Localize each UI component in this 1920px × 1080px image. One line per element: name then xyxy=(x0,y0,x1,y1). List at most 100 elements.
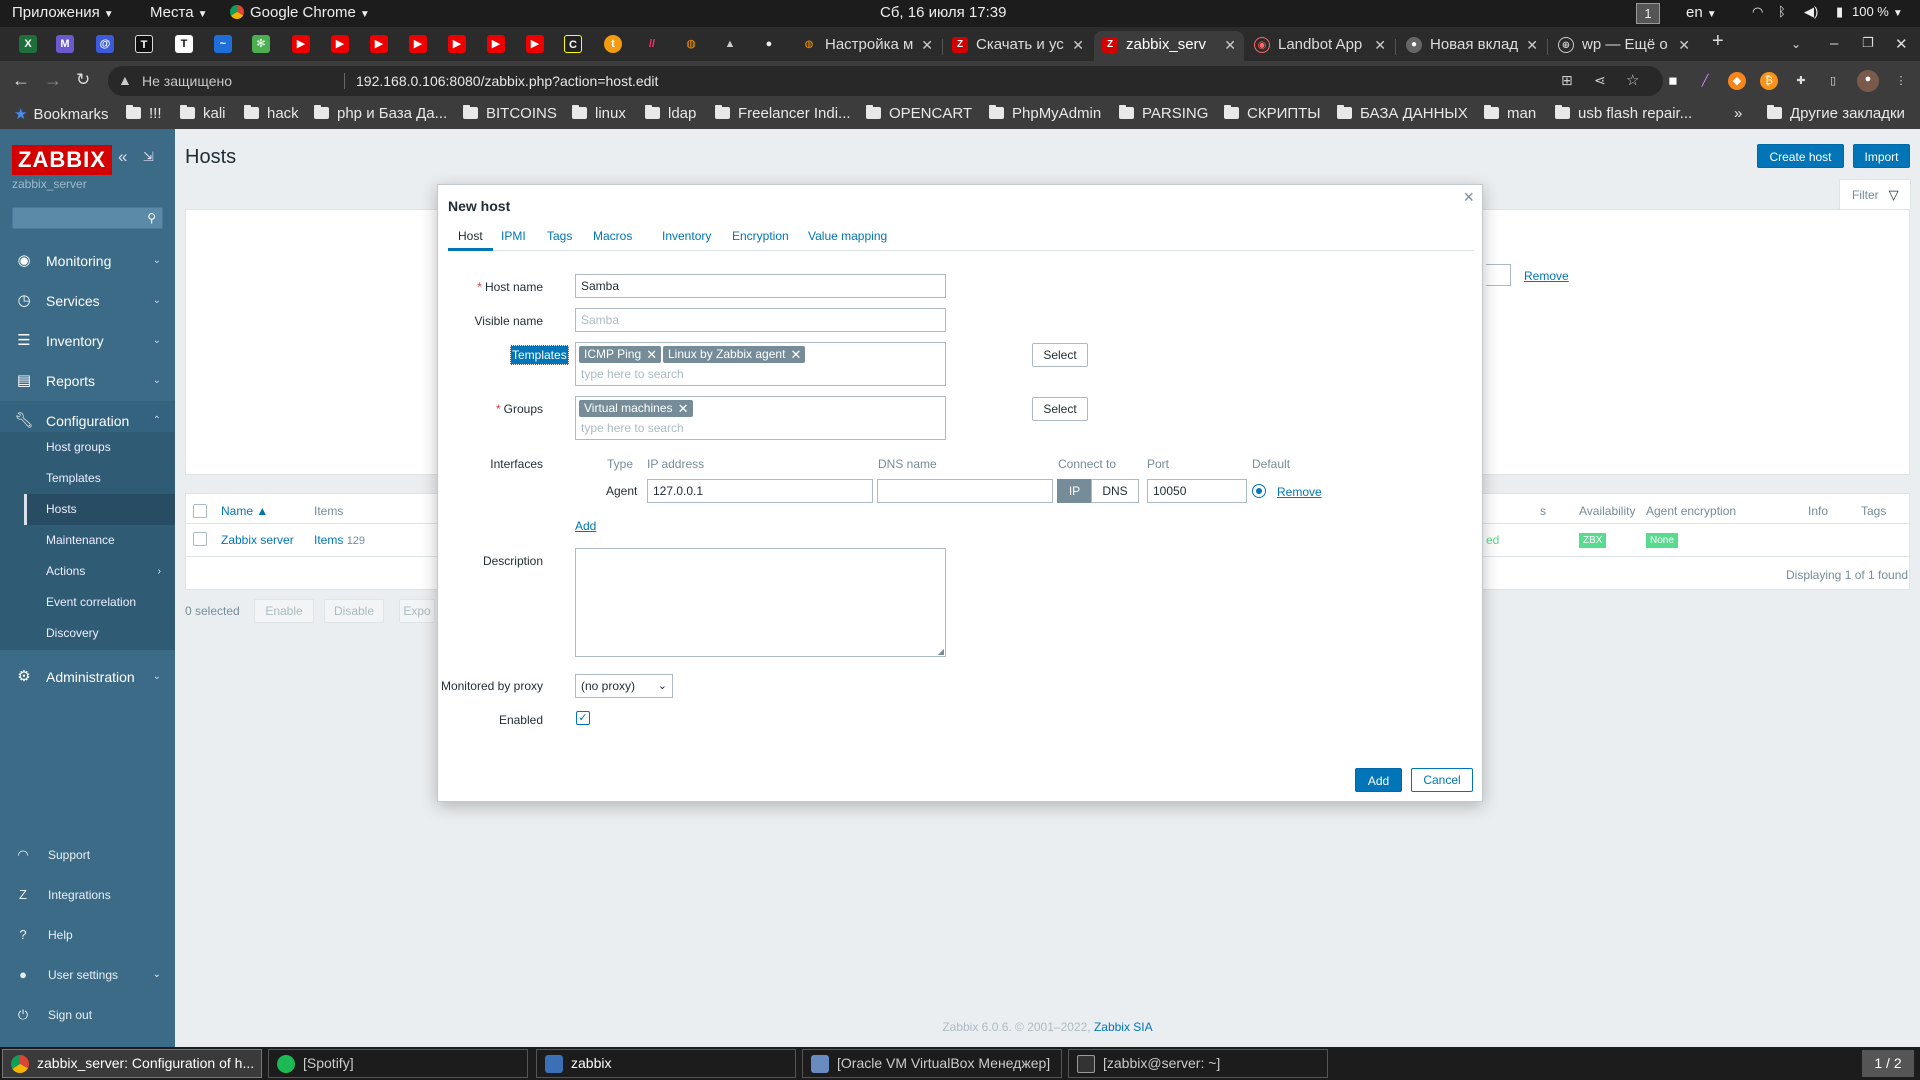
menu-sign-out[interactable]: ⏻ Sign out xyxy=(0,995,175,1035)
bookmark-folder[interactable]: kali xyxy=(180,105,226,122)
clock[interactable]: Сб, 16 июля 17:39 xyxy=(880,4,1007,21)
pinned-tab-icon[interactable]: T xyxy=(175,35,193,53)
youtube-icon[interactable]: ▶ xyxy=(370,35,388,53)
tab-inventory[interactable]: Inventory xyxy=(662,229,711,251)
ip-address-input[interactable]: 127.0.0.1 xyxy=(647,479,873,503)
tab-tags[interactable]: Tags xyxy=(547,229,572,251)
menu-help[interactable]: ? Help xyxy=(0,915,175,955)
menu-monitoring[interactable]: ◉ Monitoring ⌄ xyxy=(0,241,175,281)
tab-3[interactable]: ◉ Landbot App ✕ xyxy=(1246,31,1394,61)
create-host-button[interactable]: Create host xyxy=(1757,144,1844,168)
share-icon[interactable]: ⋖ xyxy=(1594,72,1606,89)
pinned-tab-icon[interactable]: ✻ xyxy=(252,35,270,53)
reload-icon[interactable]: ↻ xyxy=(76,70,90,90)
translate-icon[interactable]: ⊞ xyxy=(1561,72,1573,89)
pinned-tab-icon[interactable]: X xyxy=(19,35,37,53)
bookmark-folder[interactable]: linux xyxy=(572,105,626,122)
active-app-menu[interactable]: Google Chrome ▼ xyxy=(230,4,370,21)
workspace-indicator[interactable]: 1 xyxy=(1636,3,1660,24)
zabbix-logo[interactable]: ZABBIX xyxy=(12,145,112,175)
remove-chip-icon[interactable]: ✕ xyxy=(791,346,802,363)
bookmark-folder[interactable]: BITCOINS xyxy=(463,105,557,122)
menu-integrations[interactable]: Z Integrations xyxy=(0,875,175,915)
search-input[interactable]: ⚲ xyxy=(12,207,163,229)
kiosk-mode-icon[interactable]: ⇲ xyxy=(143,149,154,165)
kebab-menu-icon[interactable]: ⋮ xyxy=(1892,72,1910,90)
remove-interface-link[interactable]: Remove xyxy=(1277,485,1322,499)
volume-icon[interactable]: ◀) xyxy=(1804,4,1818,20)
pinned-tab-icon[interactable]: C xyxy=(564,35,582,53)
tab-macros[interactable]: Macros xyxy=(593,229,632,251)
proxy-select[interactable]: (no proxy) ⌄ xyxy=(575,674,673,698)
close-icon[interactable]: × xyxy=(1463,187,1474,208)
collapse-sidebar-icon[interactable]: « xyxy=(118,147,127,167)
availability-badge[interactable]: ZBX xyxy=(1579,533,1607,548)
tab-2-active[interactable]: Zzabbix_serv ✕ xyxy=(1094,31,1244,61)
close-icon[interactable]: ✕ xyxy=(1526,31,1538,59)
tab-ipmi[interactable]: IPMI xyxy=(501,229,526,251)
places-menu[interactable]: Места ▼ xyxy=(150,4,207,21)
visible-name-input[interactable]: Samba xyxy=(575,308,946,332)
tab-0[interactable]: ◍ Настройка м ✕ xyxy=(793,31,941,61)
bookmark-folder[interactable]: СКРИПТЫ xyxy=(1224,105,1321,122)
col-name[interactable]: Name ▲ xyxy=(221,504,268,518)
youtube-icon[interactable]: ▶ xyxy=(487,35,505,53)
templates-select-button[interactable]: Select xyxy=(1032,343,1088,367)
submenu-event-correlation[interactable]: Event correlation xyxy=(24,587,175,618)
tab-5[interactable]: ⊕ wp — Ещё о ✕ xyxy=(1550,31,1698,61)
bookmark-folder[interactable]: php и База Да... xyxy=(314,105,447,122)
battery-icon[interactable]: ▮ xyxy=(1836,4,1843,20)
task-zabbix[interactable]: zabbix xyxy=(536,1049,796,1078)
bookmark-folder[interactable]: OPENCART xyxy=(866,105,972,122)
task-virtualbox[interactable]: [Oracle VM VirtualBox Менеджер] xyxy=(802,1049,1062,1078)
pinned-tab-icon[interactable]: ~ xyxy=(214,35,232,53)
templates-search-input[interactable]: type here to search xyxy=(581,367,684,381)
extension-icon[interactable]: ◼ xyxy=(1664,72,1682,90)
resize-handle-icon[interactable]: ◢ xyxy=(938,647,944,656)
extensions-puzzle-icon[interactable]: ✚ xyxy=(1792,72,1810,90)
close-icon[interactable]: ✕ xyxy=(1678,31,1690,59)
submenu-host-groups[interactable]: Host groups xyxy=(24,432,175,463)
task-chrome[interactable]: zabbix_server: Configuration of h... xyxy=(2,1049,262,1078)
youtube-icon[interactable]: ▶ xyxy=(409,35,427,53)
language-indicator[interactable]: en ▼ xyxy=(1686,4,1717,21)
bookmark-folder[interactable]: ldap xyxy=(645,105,696,122)
filter-tab[interactable]: Filter ▽ xyxy=(1839,179,1911,209)
menu-administration[interactable]: ⚙ Administration ⌄ xyxy=(0,657,175,697)
templates-multiselect[interactable]: ICMP Ping ✕ Linux by Zabbix agent ✕ type h… xyxy=(575,342,946,386)
submenu-actions[interactable]: Actions › xyxy=(24,556,175,587)
cancel-button[interactable]: Cancel xyxy=(1411,768,1473,792)
close-icon[interactable]: ✕ xyxy=(1224,31,1236,59)
submenu-maintenance[interactable]: Maintenance xyxy=(24,525,175,556)
menu-user-settings[interactable]: ● User settings ⌄ xyxy=(0,955,175,995)
pinned-tab-icon[interactable]: ▲ xyxy=(721,35,739,53)
github-icon[interactable]: ● xyxy=(760,35,778,53)
extension-icon[interactable]: ╱ xyxy=(1696,72,1714,90)
close-icon[interactable]: ✕ xyxy=(921,31,933,59)
filter-tag-input[interactable] xyxy=(1486,264,1511,286)
submenu-discovery[interactable]: Discovery xyxy=(24,618,175,649)
minimize-icon[interactable]: – xyxy=(1830,35,1838,52)
disable-button[interactable]: Disable xyxy=(324,599,384,623)
youtube-icon[interactable]: ▶ xyxy=(331,35,349,53)
bookmark-folder[interactable]: usb flash repair... xyxy=(1555,105,1692,122)
pinned-tab-icon[interactable]: ◍ xyxy=(682,35,700,53)
default-interface-radio[interactable] xyxy=(1252,484,1266,498)
wifi-icon[interactable]: ◠ xyxy=(1752,4,1763,20)
submenu-hosts[interactable]: Hosts xyxy=(24,494,175,525)
tab-search-chevron-icon[interactable]: ⌄ xyxy=(1791,37,1801,51)
groups-select-button[interactable]: Select xyxy=(1032,397,1088,421)
metamask-icon[interactable]: ◆ xyxy=(1728,72,1746,90)
address-bar[interactable]: ▲ Не защищено 192.168.0.106:8080/zabbix.… xyxy=(108,66,1663,96)
tab-encryption[interactable]: Encryption xyxy=(732,229,789,251)
row-checkbox[interactable] xyxy=(193,532,207,546)
export-button[interactable]: Expo xyxy=(399,599,435,623)
youtube-icon[interactable]: ▶ xyxy=(292,35,310,53)
menu-inventory[interactable]: ☰ Inventory ⌄ xyxy=(0,321,175,361)
bookmark-folder[interactable]: Freelancer Indi... xyxy=(715,105,851,122)
enable-button[interactable]: Enable xyxy=(254,599,314,623)
description-textarea[interactable]: ◢ xyxy=(575,548,946,657)
bookmark-folder[interactable]: PhpMyAdmin xyxy=(989,105,1101,122)
battery-percent[interactable]: 100 % ▼ xyxy=(1852,4,1903,19)
applications-menu[interactable]: Приложения ▼ xyxy=(12,4,114,21)
